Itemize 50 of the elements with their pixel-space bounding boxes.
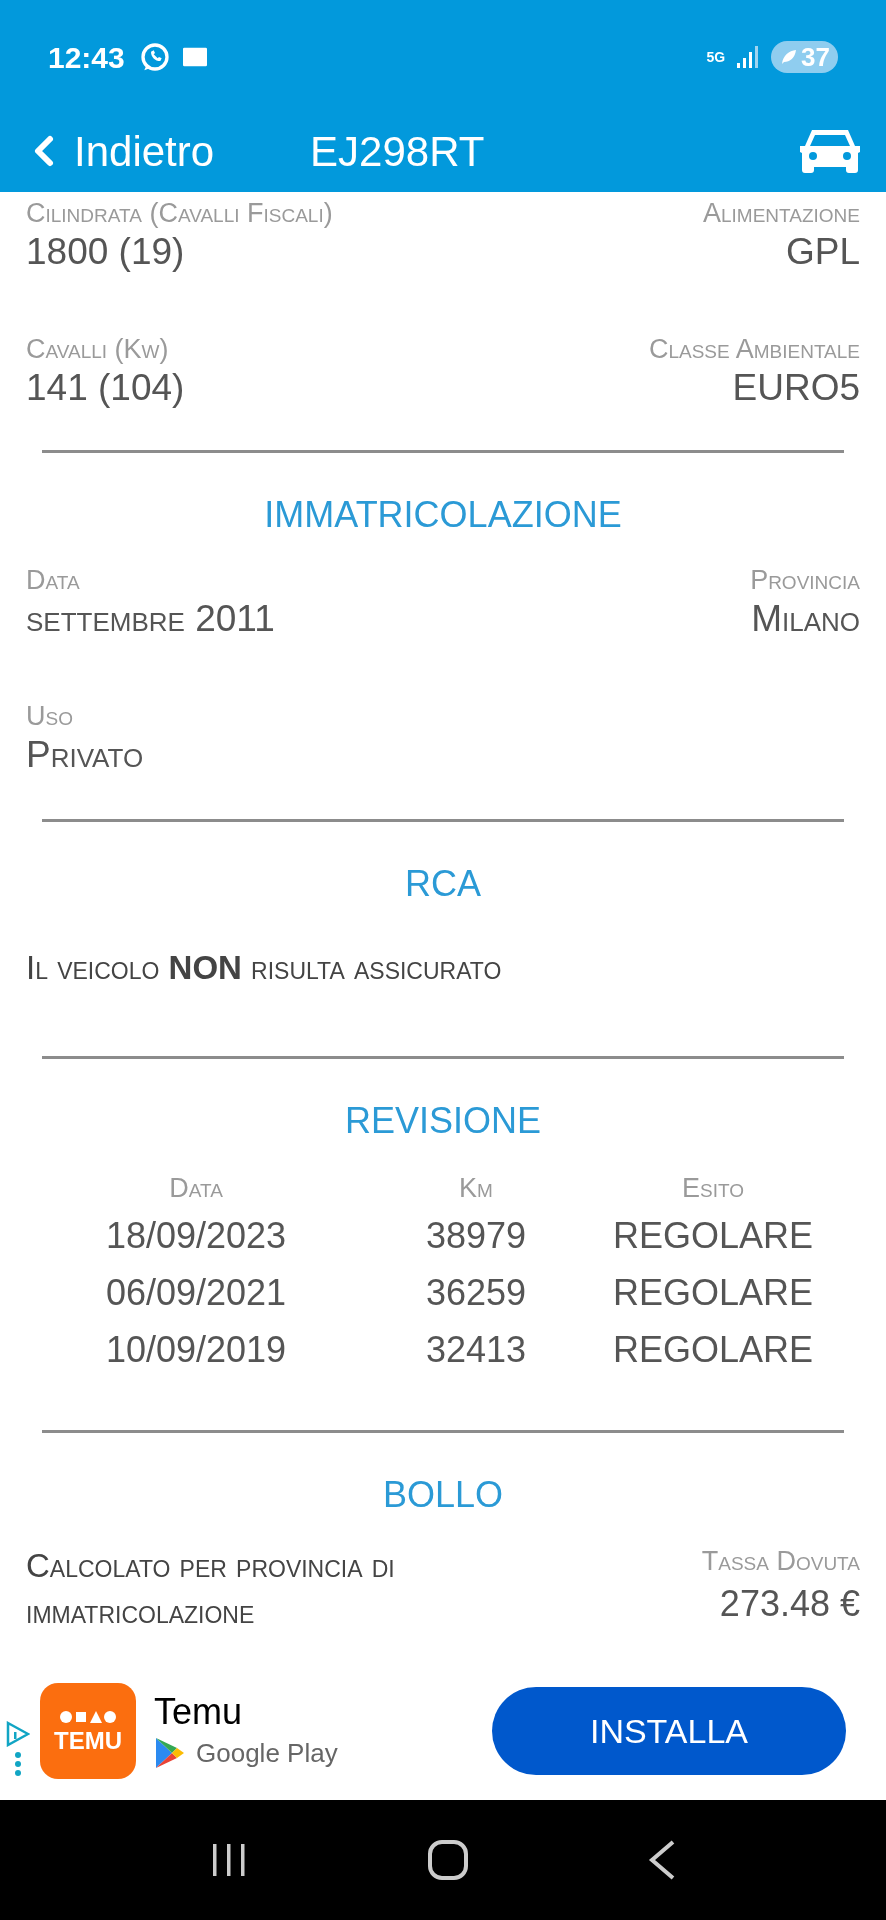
app-name: Temu — [154, 1689, 244, 1734]
back-button[interactable]: Indietro — [20, 119, 215, 183]
table-cell-text: REGOLARE — [612, 1214, 814, 1258]
field-label: Alimentazione — [703, 197, 860, 230]
network-type: 5G — [706, 50, 726, 64]
table-cell-text: 36259 — [425, 1271, 527, 1315]
field-label: Classe Ambientale — [648, 333, 860, 366]
column-header: Km — [459, 1172, 493, 1205]
table-cell-text: 38979 — [425, 1214, 527, 1258]
clock: 12:43 — [48, 39, 125, 76]
insurance-status: Il veicolo NON risulta assicurato — [26, 949, 502, 986]
field-value: 273.48 € — [719, 1582, 860, 1626]
signal-icon — [737, 45, 760, 69]
battery-indicator: 37 — [771, 41, 838, 73]
section-title: REVISIONE — [344, 1099, 542, 1143]
table-cell-text: 18/09/2023 — [105, 1214, 287, 1258]
field-label: Cilindrata (Cavalli Fiscali) — [26, 197, 333, 230]
table-cell-text: 10/09/2019 — [105, 1328, 287, 1372]
column-header: Esito — [682, 1172, 744, 1205]
install-button[interactable]: INSTALLA — [492, 1687, 846, 1775]
table-cell-text: REGOLARE — [612, 1328, 814, 1372]
field-value: Milano — [751, 597, 860, 641]
chat-icon — [138, 41, 171, 73]
field-label: Provincia — [750, 564, 860, 597]
app-icon[interactable]: TEMU — [40, 1683, 136, 1779]
play-store-icon — [154, 1736, 186, 1770]
column-header: Data — [169, 1172, 223, 1205]
section-title: RCA — [405, 862, 481, 906]
table-cell-text: 06/09/2021 — [105, 1271, 287, 1315]
table-cell-text: REGOLARE — [612, 1271, 814, 1315]
field-value: GPL — [785, 230, 860, 274]
field-value: EURO5 — [732, 366, 860, 410]
section-title: IMMATRICOLAZIONE — [264, 493, 622, 537]
back-nav-icon[interactable] — [647, 1839, 677, 1881]
store-name: Google Play — [196, 1736, 338, 1770]
field-value: Privato — [26, 733, 144, 777]
field-label: Uso — [26, 700, 73, 733]
section-title: BOLLO — [382, 1473, 504, 1517]
field-label: Data — [26, 564, 80, 597]
screen-title: EJ298RT — [310, 126, 485, 177]
ad-info-icon[interactable] — [6, 1721, 30, 1747]
table-cell-text: 32413 — [425, 1328, 527, 1372]
home-icon[interactable] — [427, 1839, 469, 1881]
field-label: Tassa Dovuta — [701, 1545, 860, 1578]
field-value: 1800 (19) — [26, 230, 185, 274]
field-label: Cavalli (Kw) — [26, 333, 169, 366]
field-value: settembre 2011 — [26, 597, 275, 641]
tax-note: Calcolato per provincia di immatricolazione — [26, 1546, 396, 1632]
field-value: 141 (104) — [26, 366, 185, 410]
more-icon[interactable] — [14, 1751, 22, 1777]
